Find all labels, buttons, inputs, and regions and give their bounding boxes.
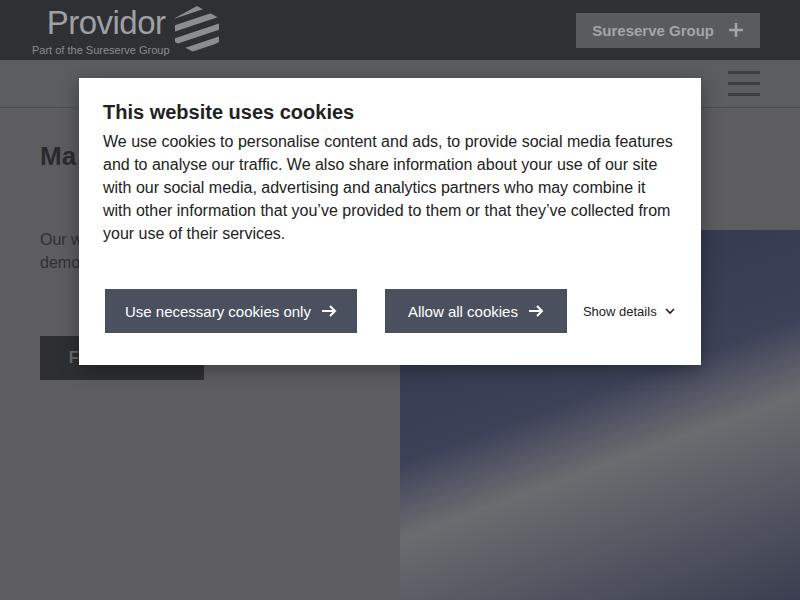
hero-heading: Ma — [40, 140, 76, 172]
dialog-body: We use cookies to personalise content an… — [103, 130, 677, 245]
site-header: Providor Part of the Sureserve Group Sur… — [0, 0, 800, 60]
hamburger-icon — [728, 71, 760, 97]
menu-button[interactable] — [728, 71, 760, 97]
arrow-right-icon — [528, 305, 544, 317]
hero-text: Our wdemo — [40, 228, 83, 274]
dialog-actions: Use necessary cookies only Allow all coo… — [103, 289, 677, 333]
hero-text-line: demo — [40, 251, 83, 274]
tagline: Part of the Sureserve Group — [32, 45, 170, 56]
cookie-dialog: This website uses cookies We use cookies… — [79, 78, 701, 365]
cookie-button[interactable]: Use necessary cookies only — [105, 289, 357, 333]
logo-text: Providor — [47, 4, 166, 39]
logo-stripes-icon — [174, 5, 220, 55]
show-details-link[interactable]: Show details — [583, 304, 675, 319]
brand[interactable]: Providor Part of the Sureserve Group — [40, 0, 220, 60]
cookie-button[interactable]: Allow all cookies — [385, 289, 567, 333]
sureserve-group-button[interactable]: Sureserve Group — [576, 13, 760, 48]
chevron-down-icon — [665, 307, 675, 315]
page: Providor Part of the Sureserve Group Sur… — [0, 0, 800, 600]
dialog-title: This website uses cookies — [103, 100, 677, 124]
plus-icon — [728, 22, 744, 38]
hero-text-line: Our w — [40, 228, 83, 251]
arrow-right-icon — [321, 305, 337, 317]
